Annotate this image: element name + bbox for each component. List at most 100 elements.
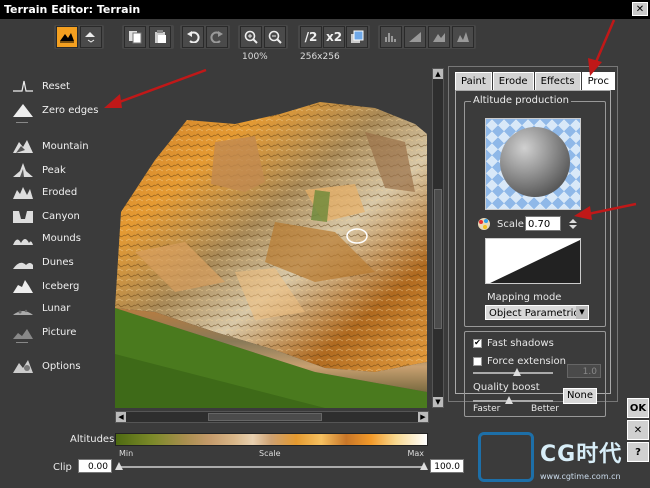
fast-shadows-label: Fast shadows	[487, 337, 554, 349]
tool-options[interactable]: Options	[12, 356, 112, 376]
horizontal-scroll-thumb[interactable]	[208, 413, 322, 421]
altitude-production-title: Altitude production	[471, 95, 571, 106]
histogram-icon	[385, 33, 396, 42]
tab-proc[interactable]: Proc	[581, 72, 615, 90]
copy-button[interactable]	[124, 26, 146, 48]
tool-lunar[interactable]: Lunar	[12, 298, 112, 318]
clip-max-input[interactable]: 100.0	[430, 459, 464, 473]
terrain-view-icon	[60, 33, 74, 43]
iceberg-icon	[13, 280, 33, 293]
clip-slider-track[interactable]	[117, 466, 425, 468]
quality-none-button[interactable]: None	[563, 388, 597, 404]
copy-icon	[129, 31, 142, 44]
histogram-button[interactable]	[380, 26, 402, 48]
zoom-out-button[interactable]	[264, 26, 286, 48]
viewport-vertical-scrollbar[interactable]: ▲ ▼	[432, 68, 444, 408]
tool-zero-edges[interactable]: Zero edges	[12, 100, 112, 120]
smooth-button[interactable]	[428, 26, 450, 48]
zoom-out-icon	[268, 30, 282, 44]
clipboard-group	[122, 25, 174, 49]
vertical-scroll-thumb[interactable]	[434, 189, 442, 329]
zoom-in-button[interactable]	[240, 26, 262, 48]
tool-iceberg[interactable]: Iceberg	[12, 276, 112, 296]
max-label: Max	[407, 449, 424, 458]
tool-peak[interactable]: Peak	[12, 160, 112, 180]
paste-button[interactable]	[149, 26, 171, 48]
viewport-horizontal-scrollbar[interactable]: ◀ ▶	[115, 411, 429, 423]
tool-dunes[interactable]: Dunes	[12, 252, 112, 272]
scroll-up-arrow[interactable]: ▲	[433, 69, 443, 79]
force-extension-input[interactable]: 1.0	[567, 364, 601, 378]
options-icon	[13, 360, 33, 373]
tool-mounds[interactable]: Mounds	[12, 228, 112, 248]
tool-canyon[interactable]: Canyon	[12, 206, 112, 226]
tool-mountain[interactable]: Mountain	[12, 136, 112, 156]
window-close-button[interactable]: ✕	[632, 2, 648, 16]
preview-sphere	[500, 127, 570, 197]
tool-picture[interactable]: Picture	[12, 322, 112, 342]
half-resolution-button[interactable]: /2	[300, 26, 322, 48]
undo-button[interactable]	[182, 26, 204, 48]
ramp-button[interactable]	[404, 26, 426, 48]
ok-button[interactable]: OK	[627, 398, 649, 418]
tool-reset[interactable]: Reset	[12, 76, 112, 96]
ramp-icon	[409, 32, 421, 42]
eroded-icon	[13, 187, 33, 199]
function-palette-icon[interactable]	[477, 217, 491, 231]
dialog-buttons: OK ✕ ?	[627, 398, 649, 464]
terrain-3d-viewport[interactable]	[115, 72, 427, 408]
picture-icon	[13, 329, 33, 339]
mapping-curve[interactable]	[485, 238, 581, 284]
force-extension-checkbox[interactable]	[473, 356, 482, 366]
tool-label: Iceberg	[42, 280, 80, 292]
scale-row: Scale 0.70	[477, 216, 601, 232]
clip-min-input[interactable]: 0.00	[78, 459, 112, 473]
tool-label: Picture	[42, 326, 77, 338]
tab-effects[interactable]: Effects	[534, 72, 581, 90]
cancel-button[interactable]: ✕	[627, 420, 649, 440]
scroll-left-arrow[interactable]: ◀	[116, 412, 126, 422]
fast-shadows-checkbox[interactable]: ✔	[473, 338, 482, 348]
tool-label: Eroded	[42, 186, 78, 198]
terrain-mode-dropdown[interactable]	[80, 26, 102, 48]
material-preview[interactable]	[485, 118, 581, 210]
sharpen-button[interactable]	[452, 26, 474, 48]
smooth-icon	[433, 33, 445, 42]
window-titlebar: Terrain Editor: Terrain ✕	[0, 0, 650, 19]
scroll-right-arrow[interactable]: ▶	[418, 412, 428, 422]
redo-button[interactable]	[206, 26, 228, 48]
scroll-down-arrow[interactable]: ▼	[433, 397, 443, 407]
scale-input[interactable]: 0.70	[525, 216, 561, 231]
tool-label: Zero edges	[42, 104, 99, 116]
tab-erode[interactable]: Erode	[492, 72, 534, 90]
watermark-url: www.cgtime.com.cn	[540, 472, 621, 481]
min-label: Min	[119, 449, 134, 458]
clip-label: Clip	[53, 462, 72, 473]
force-extension-row[interactable]: Force extension	[473, 354, 566, 368]
tool-eroded[interactable]: Eroded	[12, 182, 112, 202]
chevron-down-icon: ▼	[576, 306, 588, 319]
altitude-color-bar[interactable]	[115, 433, 428, 446]
resolution-mode-button[interactable]	[346, 26, 368, 48]
quality-boost-slider[interactable]	[473, 400, 553, 402]
tab-paint[interactable]: Paint	[455, 72, 492, 90]
tool-label: Reset	[42, 80, 70, 92]
tool-label: Dunes	[42, 256, 74, 268]
fast-shadows-row[interactable]: ✔ Fast shadows	[473, 336, 554, 350]
tool-separator	[16, 122, 28, 123]
force-extension-slider[interactable]	[473, 372, 553, 374]
tool-label: Canyon	[42, 210, 80, 222]
mapping-mode-select[interactable]: Object Parametric ▼	[485, 305, 589, 320]
peak-icon	[13, 163, 33, 177]
tool-separator	[16, 342, 28, 343]
clip-row: Clip 0.00 100.0	[0, 458, 464, 478]
better-label: Better	[531, 404, 560, 414]
mapping-curve-graph	[490, 239, 580, 283]
filters-group	[378, 25, 476, 49]
sharpen-icon	[457, 32, 469, 42]
double-resolution-button[interactable]: x2	[323, 26, 345, 48]
help-button[interactable]: ?	[627, 442, 649, 462]
terrain-view-button[interactable]	[56, 26, 78, 48]
quality-boost-label: Quality boost	[473, 382, 540, 393]
scale-spin-icon[interactable]	[567, 218, 579, 230]
